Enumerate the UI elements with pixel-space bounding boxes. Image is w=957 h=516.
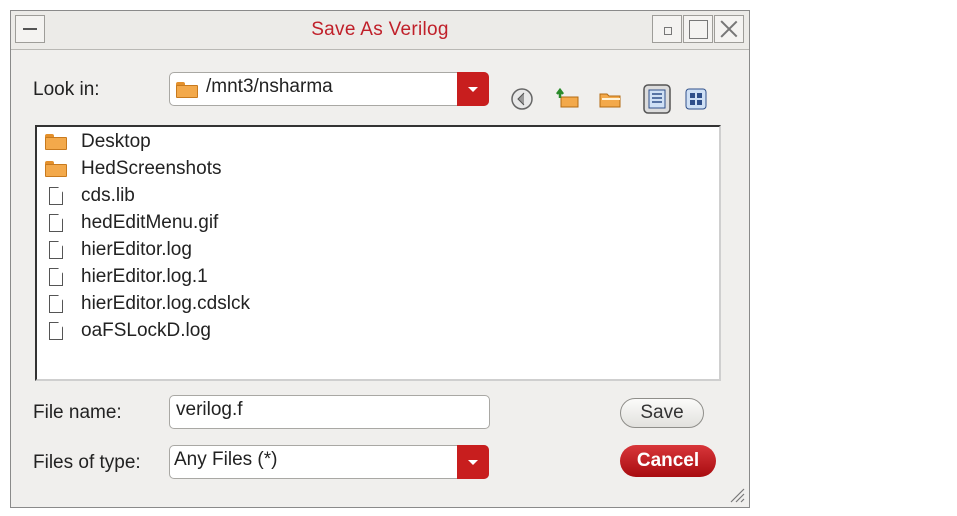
list-item[interactable]: hedEditMenu.gif: [45, 210, 218, 236]
details-view-icon[interactable]: [684, 87, 708, 111]
title-bar[interactable]: Save As Verilog: [11, 11, 749, 50]
cancel-button[interactable]: Cancel: [620, 445, 716, 477]
look-in-dropdown[interactable]: /mnt3/nsharma: [169, 72, 489, 106]
file-icon: [49, 268, 63, 286]
folder-icon: [45, 161, 67, 177]
file-icon: [49, 241, 63, 259]
chevron-down-icon[interactable]: [457, 72, 489, 106]
list-view-icon[interactable]: [643, 84, 671, 114]
save-as-dialog: Save As Verilog Look in: /mnt3/nsharma D…: [10, 10, 750, 508]
list-item[interactable]: hierEditor.log: [45, 237, 192, 263]
resize-grip-icon[interactable]: [725, 483, 745, 503]
file-type-value: Any Files (*): [174, 449, 278, 470]
new-folder-icon[interactable]: [598, 87, 622, 111]
folder-icon: [176, 82, 198, 98]
chevron-down-icon[interactable]: [457, 445, 489, 479]
file-icon: [49, 322, 63, 340]
file-icon: [49, 295, 63, 313]
list-item[interactable]: oaFSLockD.log: [45, 318, 211, 344]
folder-icon: [45, 134, 67, 150]
file-name-input[interactable]: verilog.f: [169, 395, 490, 429]
save-button[interactable]: Save: [620, 398, 704, 428]
list-item[interactable]: Desktop: [45, 129, 151, 155]
list-item[interactable]: cds.lib: [45, 183, 135, 209]
minimize-button[interactable]: [652, 15, 682, 43]
file-name-label: File name:: [33, 402, 122, 423]
file-icon: [49, 214, 63, 232]
look-in-label: Look in:: [33, 79, 100, 100]
file-list[interactable]: Desktop HedScreenshots cds.lib hedEditMe…: [35, 125, 721, 381]
close-button[interactable]: [714, 15, 744, 43]
look-in-value: /mnt3/nsharma: [206, 76, 333, 97]
maximize-button[interactable]: [683, 15, 713, 43]
file-type-dropdown[interactable]: Any Files (*): [169, 445, 489, 479]
file-icon: [49, 187, 63, 205]
file-type-label: Files of type:: [33, 452, 141, 473]
back-icon[interactable]: [510, 87, 534, 111]
list-item[interactable]: HedScreenshots: [45, 156, 221, 182]
list-item[interactable]: hierEditor.log.cdslck: [45, 291, 250, 317]
window-title: Save As Verilog: [311, 19, 449, 40]
file-name-value: verilog.f: [176, 399, 243, 420]
up-folder-icon[interactable]: [556, 87, 580, 111]
list-item[interactable]: hierEditor.log.1: [45, 264, 208, 290]
